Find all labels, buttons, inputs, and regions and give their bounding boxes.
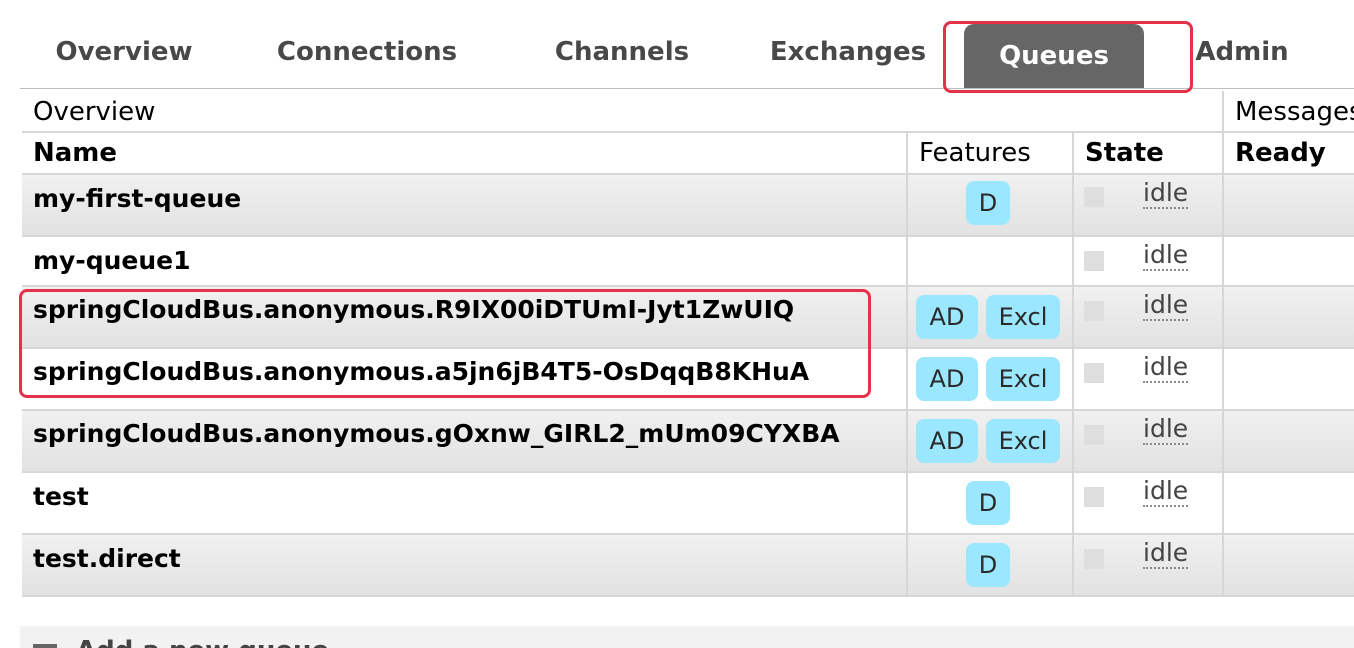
state-label: idle bbox=[1143, 240, 1189, 271]
queue-name-link[interactable]: test.direct bbox=[33, 544, 181, 573]
feature-badge-durable: D bbox=[966, 543, 1010, 587]
queue-name-cell: springCloudBus.anonymous.a5jn6jB4T5-OsDq… bbox=[22, 349, 908, 409]
feature-badge-exclusive: Excl bbox=[986, 357, 1060, 401]
name-column-header[interactable]: Name bbox=[22, 133, 908, 173]
queue-name-cell: test bbox=[22, 473, 908, 533]
state-label: idle bbox=[1143, 538, 1189, 569]
queue-name-link[interactable]: springCloudBus.anonymous.gOxnw_GIRL2_mUm… bbox=[33, 419, 840, 448]
feature-badge-durable: D bbox=[966, 481, 1010, 525]
feature-badge-exclusive: Excl bbox=[986, 295, 1060, 339]
ready-cell: 0 bbox=[1224, 287, 1354, 347]
state-cell: idle bbox=[1074, 535, 1224, 595]
feature-badge-auto-delete: AD bbox=[916, 295, 978, 339]
state-indicator-icon bbox=[1084, 549, 1104, 569]
table-row[interactable]: my-first-queue D idle 0 bbox=[22, 175, 1354, 237]
state-label: idle bbox=[1143, 290, 1189, 321]
state-cell: idle bbox=[1074, 237, 1224, 285]
table-row[interactable]: springCloudBus.anonymous.a5jn6jB4T5-OsDq… bbox=[22, 349, 1354, 411]
features-cell: AD Excl bbox=[908, 287, 1074, 347]
add-queue-section[interactable]: Add a new queue bbox=[20, 626, 1354, 648]
state-cell: idle bbox=[1074, 349, 1224, 409]
features-cell: AD Excl bbox=[908, 349, 1074, 409]
state-label: idle bbox=[1143, 178, 1189, 209]
state-column-label: State bbox=[1085, 138, 1164, 168]
state-indicator-icon bbox=[1084, 425, 1104, 445]
queue-name-cell: test.direct bbox=[22, 535, 908, 595]
table-column-header: Name Features State Ready bbox=[22, 133, 1354, 175]
feature-badge-auto-delete: AD bbox=[916, 419, 978, 463]
queue-name-cell: my-first-queue bbox=[22, 175, 908, 235]
overview-group-label: Overview bbox=[33, 97, 156, 127]
table-row[interactable]: my-queue1 idle 1 bbox=[22, 237, 1354, 287]
main-tabs: Overview Connections Channels Exchanges … bbox=[20, 16, 1354, 89]
features-column-header: Features bbox=[908, 133, 1074, 173]
rabbitmq-queues-page: Overview Connections Channels Exchanges … bbox=[0, 0, 1354, 648]
ready-column-label: Ready bbox=[1235, 138, 1326, 168]
tab-connections[interactable]: Connections bbox=[256, 16, 478, 88]
feature-badge-exclusive: Excl bbox=[986, 419, 1060, 463]
table-row[interactable]: springCloudBus.anonymous.R9IX00iDTUmI-Jy… bbox=[22, 287, 1354, 349]
state-cell: idle bbox=[1074, 175, 1224, 235]
tab-queues[interactable]: Queues bbox=[964, 24, 1144, 88]
tab-exchanges[interactable]: Exchanges bbox=[750, 16, 946, 88]
features-cell: D bbox=[908, 473, 1074, 533]
state-indicator-icon bbox=[1084, 487, 1104, 507]
ready-cell: 0 bbox=[1224, 535, 1354, 595]
ready-cell: 0 bbox=[1224, 349, 1354, 409]
features-cell: D bbox=[908, 535, 1074, 595]
tab-channels[interactable]: Channels bbox=[526, 16, 718, 88]
state-label: idle bbox=[1143, 414, 1189, 445]
overview-group-header: Overview bbox=[22, 91, 1224, 131]
table-row[interactable]: test.direct D idle 0 bbox=[22, 535, 1354, 597]
table-row[interactable]: springCloudBus.anonymous.gOxnw_GIRL2_mUm… bbox=[22, 411, 1354, 473]
tab-overview[interactable]: Overview bbox=[20, 16, 228, 88]
features-cell: D bbox=[908, 175, 1074, 235]
state-label: idle bbox=[1143, 352, 1189, 383]
features-column-label: Features bbox=[919, 138, 1031, 168]
queue-name-link[interactable]: springCloudBus.anonymous.a5jn6jB4T5-OsDq… bbox=[33, 357, 809, 386]
features-cell: AD Excl bbox=[908, 411, 1074, 471]
messages-group-header: Messages bbox=[1224, 91, 1354, 131]
queue-name-link[interactable]: springCloudBus.anonymous.R9IX00iDTUmI-Jy… bbox=[33, 295, 794, 324]
table-group-header: Overview Messages bbox=[22, 91, 1354, 133]
queue-name-cell: my-queue1 bbox=[22, 237, 908, 285]
features-cell bbox=[908, 237, 1074, 285]
queue-name-link[interactable]: my-queue1 bbox=[33, 246, 191, 275]
ready-column-header[interactable]: Ready bbox=[1224, 133, 1354, 173]
feature-badge-durable: D bbox=[966, 181, 1010, 225]
ready-cell: 1 bbox=[1224, 237, 1354, 285]
state-cell: idle bbox=[1074, 287, 1224, 347]
name-column-label: Name bbox=[33, 138, 118, 168]
collapse-icon bbox=[33, 644, 57, 648]
queue-name-link[interactable]: my-first-queue bbox=[33, 184, 241, 213]
queue-name-cell: springCloudBus.anonymous.R9IX00iDTUmI-Jy… bbox=[22, 287, 908, 347]
ready-cell: 0 bbox=[1224, 175, 1354, 235]
state-column-header[interactable]: State bbox=[1074, 133, 1224, 173]
tab-admin[interactable]: Admin bbox=[1182, 16, 1302, 88]
state-indicator-icon bbox=[1084, 301, 1104, 321]
queue-name-cell: springCloudBus.anonymous.gOxnw_GIRL2_mUm… bbox=[22, 411, 908, 471]
state-label: idle bbox=[1143, 476, 1189, 507]
ready-cell: 0 bbox=[1224, 473, 1354, 533]
feature-badge-auto-delete: AD bbox=[916, 357, 978, 401]
messages-group-label: Messages bbox=[1235, 97, 1354, 127]
table-row[interactable]: test D idle 0 bbox=[22, 473, 1354, 535]
queue-name-link[interactable]: test bbox=[33, 482, 89, 511]
state-cell: idle bbox=[1074, 473, 1224, 533]
state-indicator-icon bbox=[1084, 251, 1104, 271]
state-indicator-icon bbox=[1084, 187, 1104, 207]
state-cell: idle bbox=[1074, 411, 1224, 471]
add-queue-label[interactable]: Add a new queue bbox=[76, 636, 329, 648]
state-indicator-icon bbox=[1084, 363, 1104, 383]
ready-cell: 0 bbox=[1224, 411, 1354, 471]
